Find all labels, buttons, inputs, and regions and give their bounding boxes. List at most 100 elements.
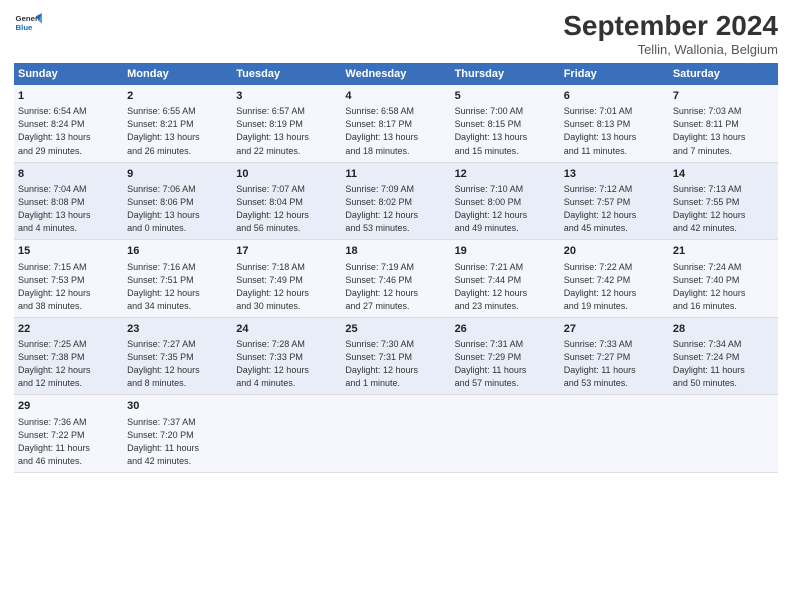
svg-text:Blue: Blue [16, 23, 34, 32]
week-row-2: 8Sunrise: 7:04 AM Sunset: 8:08 PM Daylig… [14, 162, 778, 240]
calendar-cell: 11Sunrise: 7:09 AM Sunset: 8:02 PM Dayli… [341, 162, 450, 240]
day-number: 13 [564, 167, 665, 182]
calendar-cell: 15 Sunrise: 7:15 AM Sunset: 7:53 PM Dayli… [14, 240, 123, 318]
day-info: Sunrise: 7:21 AM Sunset: 7:44 PM Dayligh… [455, 261, 556, 313]
day-number: 16 [127, 244, 228, 259]
day-info: Sunrise: 6:54 AM Sunset: 8:24 PM Dayligh… [18, 105, 119, 157]
calendar-cell: 12Sunrise: 7:10 AM Sunset: 8:00 PM Dayli… [451, 162, 560, 240]
calendar-table: SundayMondayTuesdayWednesdayThursdayFrid… [14, 63, 778, 473]
day-number: 28 [673, 322, 774, 337]
day-number: 20 [564, 244, 665, 259]
calendar-cell: 13Sunrise: 7:12 AM Sunset: 7:57 PM Dayli… [560, 162, 669, 240]
day-number: 5 [455, 89, 556, 104]
calendar-cell [341, 395, 450, 473]
col-header-monday: Monday [123, 63, 232, 85]
title-block: September 2024 Tellin, Wallonia, Belgium [563, 10, 778, 57]
week-row-4: 22Sunrise: 7:25 AM Sunset: 7:38 PM Dayli… [14, 317, 778, 395]
day-number: 14 [673, 167, 774, 182]
day-info: Sunrise: 7:19 AM Sunset: 7:46 PM Dayligh… [345, 261, 446, 313]
day-number: 11 [345, 167, 446, 182]
day-info: Sunrise: 7:36 AM Sunset: 7:22 PM Dayligh… [18, 416, 119, 468]
calendar-cell: 14Sunrise: 7:13 AM Sunset: 7:55 PM Dayli… [669, 162, 778, 240]
day-info: Sunrise: 6:58 AM Sunset: 8:17 PM Dayligh… [345, 105, 446, 157]
day-number: 21 [673, 244, 774, 259]
day-number: 29 [18, 399, 119, 414]
day-number: 17 [236, 244, 337, 259]
day-number: 1 [18, 89, 119, 104]
day-number: 10 [236, 167, 337, 182]
day-info: Sunrise: 7:37 AM Sunset: 7:20 PM Dayligh… [127, 416, 228, 468]
day-number: 23 [127, 322, 228, 337]
week-row-5: 29 Sunrise: 7:36 AM Sunset: 7:22 PM Dayli… [14, 395, 778, 473]
week-row-3: 15 Sunrise: 7:15 AM Sunset: 7:53 PM Dayli… [14, 240, 778, 318]
calendar-cell [560, 395, 669, 473]
calendar-cell: 8Sunrise: 7:04 AM Sunset: 8:08 PM Daylig… [14, 162, 123, 240]
calendar-cell: 6Sunrise: 7:01 AM Sunset: 8:13 PM Daylig… [560, 85, 669, 162]
day-info: Sunrise: 7:07 AM Sunset: 8:04 PM Dayligh… [236, 183, 337, 235]
calendar-cell [669, 395, 778, 473]
calendar-cell: 2Sunrise: 6:55 AM Sunset: 8:21 PM Daylig… [123, 85, 232, 162]
day-info: Sunrise: 7:13 AM Sunset: 7:55 PM Dayligh… [673, 183, 774, 235]
day-info: Sunrise: 7:22 AM Sunset: 7:42 PM Dayligh… [564, 261, 665, 313]
day-number: 4 [345, 89, 446, 104]
col-header-thursday: Thursday [451, 63, 560, 85]
day-info: Sunrise: 7:00 AM Sunset: 8:15 PM Dayligh… [455, 105, 556, 157]
day-info: Sunrise: 7:12 AM Sunset: 7:57 PM Dayligh… [564, 183, 665, 235]
subtitle: Tellin, Wallonia, Belgium [563, 42, 778, 57]
col-header-tuesday: Tuesday [232, 63, 341, 85]
day-info: Sunrise: 7:04 AM Sunset: 8:08 PM Dayligh… [18, 183, 119, 235]
day-info: Sunrise: 7:03 AM Sunset: 8:11 PM Dayligh… [673, 105, 774, 157]
calendar-cell: 24Sunrise: 7:28 AM Sunset: 7:33 PM Dayli… [232, 317, 341, 395]
day-info: Sunrise: 7:24 AM Sunset: 7:40 PM Dayligh… [673, 261, 774, 313]
calendar-cell: 4Sunrise: 6:58 AM Sunset: 8:17 PM Daylig… [341, 85, 450, 162]
logo-icon: General Blue [14, 10, 42, 38]
day-info: Sunrise: 7:18 AM Sunset: 7:49 PM Dayligh… [236, 261, 337, 313]
day-info: Sunrise: 7:16 AM Sunset: 7:51 PM Dayligh… [127, 261, 228, 313]
calendar-cell: 5Sunrise: 7:00 AM Sunset: 8:15 PM Daylig… [451, 85, 560, 162]
day-number: 22 [18, 322, 119, 337]
day-info: Sunrise: 7:33 AM Sunset: 7:27 PM Dayligh… [564, 338, 665, 390]
day-number: 9 [127, 167, 228, 182]
week-row-1: 1Sunrise: 6:54 AM Sunset: 8:24 PM Daylig… [14, 85, 778, 162]
calendar-cell: 26Sunrise: 7:31 AM Sunset: 7:29 PM Dayli… [451, 317, 560, 395]
day-number: 19 [455, 244, 556, 259]
day-info: Sunrise: 7:31 AM Sunset: 7:29 PM Dayligh… [455, 338, 556, 390]
calendar-cell: 21 Sunrise: 7:24 AM Sunset: 7:40 PM Dayli… [669, 240, 778, 318]
calendar-cell: 17 Sunrise: 7:18 AM Sunset: 7:49 PM Dayli… [232, 240, 341, 318]
logo: General Blue [14, 10, 42, 38]
day-info: Sunrise: 7:01 AM Sunset: 8:13 PM Dayligh… [564, 105, 665, 157]
col-header-friday: Friday [560, 63, 669, 85]
calendar-cell: 30 Sunrise: 7:37 AM Sunset: 7:20 PM Dayli… [123, 395, 232, 473]
day-number: 7 [673, 89, 774, 104]
calendar-cell: 7Sunrise: 7:03 AM Sunset: 8:11 PM Daylig… [669, 85, 778, 162]
calendar-cell: 27Sunrise: 7:33 AM Sunset: 7:27 PM Dayli… [560, 317, 669, 395]
day-number: 6 [564, 89, 665, 104]
day-info: Sunrise: 7:06 AM Sunset: 8:06 PM Dayligh… [127, 183, 228, 235]
day-info: Sunrise: 7:15 AM Sunset: 7:53 PM Dayligh… [18, 261, 119, 313]
calendar-cell [451, 395, 560, 473]
calendar-cell: 18 Sunrise: 7:19 AM Sunset: 7:46 PM Dayli… [341, 240, 450, 318]
col-header-sunday: Sunday [14, 63, 123, 85]
day-info: Sunrise: 6:57 AM Sunset: 8:19 PM Dayligh… [236, 105, 337, 157]
header: General Blue September 2024 Tellin, Wall… [14, 10, 778, 57]
day-info: Sunrise: 7:34 AM Sunset: 7:24 PM Dayligh… [673, 338, 774, 390]
calendar-page: General Blue September 2024 Tellin, Wall… [0, 0, 792, 612]
day-info: Sunrise: 7:25 AM Sunset: 7:38 PM Dayligh… [18, 338, 119, 390]
calendar-cell: 20 Sunrise: 7:22 AM Sunset: 7:42 PM Dayli… [560, 240, 669, 318]
day-number: 26 [455, 322, 556, 337]
day-number: 18 [345, 244, 446, 259]
calendar-cell: 22Sunrise: 7:25 AM Sunset: 7:38 PM Dayli… [14, 317, 123, 395]
day-number: 27 [564, 322, 665, 337]
day-number: 30 [127, 399, 228, 414]
calendar-cell: 19 Sunrise: 7:21 AM Sunset: 7:44 PM Dayli… [451, 240, 560, 318]
day-number: 15 [18, 244, 119, 259]
col-header-saturday: Saturday [669, 63, 778, 85]
calendar-cell: 28Sunrise: 7:34 AM Sunset: 7:24 PM Dayli… [669, 317, 778, 395]
col-header-wednesday: Wednesday [341, 63, 450, 85]
day-info: Sunrise: 7:30 AM Sunset: 7:31 PM Dayligh… [345, 338, 446, 390]
day-number: 2 [127, 89, 228, 104]
calendar-cell [232, 395, 341, 473]
calendar-cell: 3Sunrise: 6:57 AM Sunset: 8:19 PM Daylig… [232, 85, 341, 162]
day-number: 3 [236, 89, 337, 104]
main-title: September 2024 [563, 10, 778, 42]
